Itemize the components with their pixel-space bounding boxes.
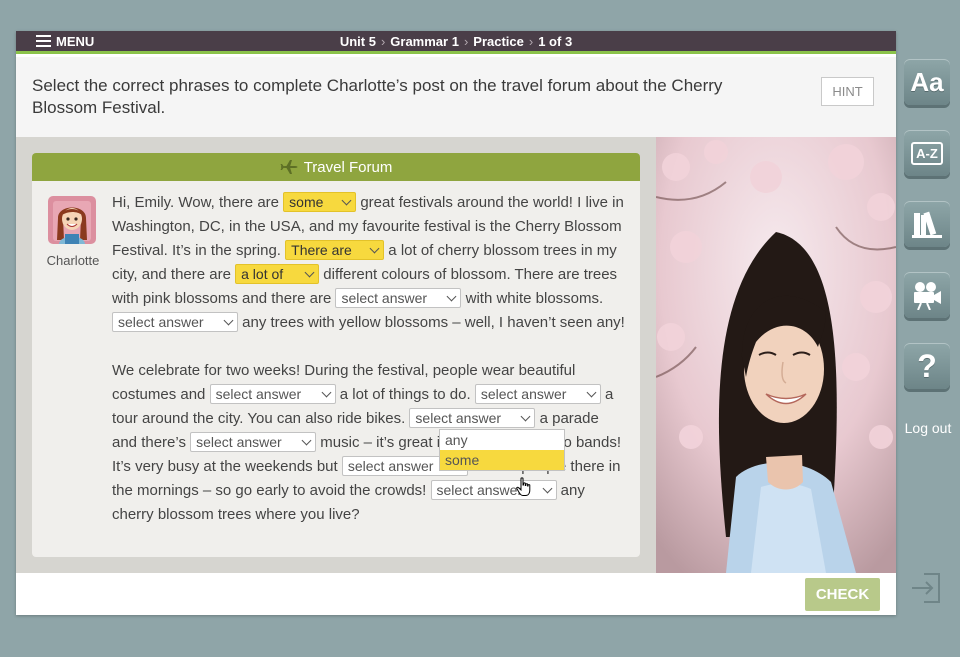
top-bar: MENU Unit 5 › Grammar 1 › Practice › 1 o… bbox=[16, 31, 896, 54]
answer-select-4[interactable]: select answer bbox=[335, 288, 462, 309]
answer-select-2[interactable]: There are bbox=[285, 240, 385, 261]
breadcrumb-page: 1 of 3 bbox=[538, 33, 573, 49]
chevron-right-icon: › bbox=[380, 33, 386, 49]
activity-window: MENU Unit 5 › Grammar 1 › Practice › 1 o… bbox=[16, 31, 896, 615]
breadcrumb: Unit 5 › Grammar 1 › Practice › 1 of 3 bbox=[16, 31, 896, 51]
answer-select-7[interactable]: select answer bbox=[474, 384, 601, 405]
answer-select-8[interactable]: select answer bbox=[409, 408, 536, 429]
select-value: some bbox=[289, 194, 324, 211]
chevron-down-icon bbox=[369, 243, 380, 253]
instruction-text: Select the correct phrases to complete C… bbox=[32, 76, 723, 117]
font-size-button[interactable]: Aa bbox=[904, 59, 950, 105]
select-value: select answer bbox=[118, 314, 204, 331]
select-value: select answer bbox=[480, 386, 567, 403]
select-value: There are bbox=[291, 242, 352, 259]
chevron-right-icon: › bbox=[528, 33, 534, 49]
post-text: Hi, Emily. Wow, there are bbox=[112, 194, 284, 211]
breadcrumb-activity: Practice bbox=[473, 33, 524, 49]
forum-header: Travel Forum bbox=[32, 153, 640, 181]
chevron-down-icon bbox=[223, 315, 234, 325]
chevron-down-icon bbox=[341, 195, 352, 205]
select-value: select answer bbox=[347, 458, 434, 475]
video-button[interactable] bbox=[904, 272, 950, 318]
forum-post-card: Travel Forum Charlotte Hi, Emily. Wow, t… bbox=[32, 153, 640, 557]
chevron-down-icon bbox=[542, 483, 552, 493]
chevron-down-icon bbox=[586, 387, 597, 397]
answer-select-11[interactable]: select answer bbox=[430, 480, 557, 501]
help-button[interactable]: ? bbox=[904, 343, 950, 389]
select-value: select answer bbox=[436, 482, 523, 499]
hand-cursor-icon bbox=[516, 477, 531, 496]
answer-select-1[interactable]: some bbox=[283, 192, 357, 213]
chevron-down-icon bbox=[321, 387, 332, 397]
books-icon bbox=[912, 211, 942, 238]
festival-photo bbox=[656, 137, 896, 573]
glossary-button[interactable]: A-Z bbox=[904, 130, 950, 176]
instruction-panel: Select the correct phrases to complete C… bbox=[16, 57, 896, 137]
post-text: with white blossoms. bbox=[461, 290, 604, 307]
select-value: select answer bbox=[196, 434, 282, 451]
font-size-icon: Aa bbox=[910, 66, 944, 97]
library-button[interactable] bbox=[904, 201, 950, 247]
breadcrumb-section: Grammar 1 bbox=[390, 33, 459, 49]
exercise-area: Travel Forum Charlotte Hi, Emily. Wow, t… bbox=[16, 137, 656, 573]
post-text: a lot of things to do. bbox=[335, 386, 475, 403]
chevron-down-icon bbox=[301, 435, 312, 445]
select-value: select answer bbox=[215, 386, 302, 403]
chevron-down-icon bbox=[304, 267, 315, 277]
post-text: any trees with yellow blossoms – well, I… bbox=[238, 314, 625, 331]
post-paragraph-1: Hi, Emily. Wow, there are some great fes… bbox=[112, 191, 627, 335]
forum-title: Travel Forum bbox=[303, 158, 393, 176]
check-button[interactable]: CHECK bbox=[805, 578, 880, 611]
avatar bbox=[48, 196, 96, 244]
answer-select-9[interactable]: select answer bbox=[190, 432, 317, 453]
answer-select-6[interactable]: select answer bbox=[209, 384, 336, 405]
glossary-icon: A-Z bbox=[911, 141, 943, 165]
chevron-right-icon: › bbox=[463, 33, 469, 49]
forum-post-text: Hi, Emily. Wow, there are some great fes… bbox=[112, 191, 627, 527]
answer-select-5[interactable]: select answer bbox=[112, 312, 238, 333]
airplane-icon bbox=[280, 160, 298, 174]
select-value: select answer bbox=[341, 290, 428, 307]
breadcrumb-unit: Unit 5 bbox=[339, 33, 376, 49]
hint-button[interactable]: HINT bbox=[821, 77, 874, 106]
footer-bar: CHECK bbox=[16, 573, 896, 615]
author-name: Charlotte bbox=[46, 253, 100, 268]
logout-icon[interactable] bbox=[910, 571, 944, 605]
logout-link[interactable]: Log out bbox=[898, 420, 958, 436]
chevron-down-icon bbox=[447, 291, 457, 301]
dropdown-option-some[interactable]: some bbox=[440, 450, 564, 470]
answer-select-3[interactable]: a lot of bbox=[235, 264, 320, 285]
video-camera-icon bbox=[914, 282, 941, 310]
chevron-down-icon bbox=[520, 411, 531, 421]
select-value: a lot of bbox=[241, 266, 284, 283]
select-value: select answer bbox=[415, 410, 502, 427]
help-icon: ? bbox=[917, 347, 937, 384]
answer-dropdown-menu: any some bbox=[439, 429, 565, 471]
dropdown-option-any[interactable]: any bbox=[440, 430, 564, 450]
